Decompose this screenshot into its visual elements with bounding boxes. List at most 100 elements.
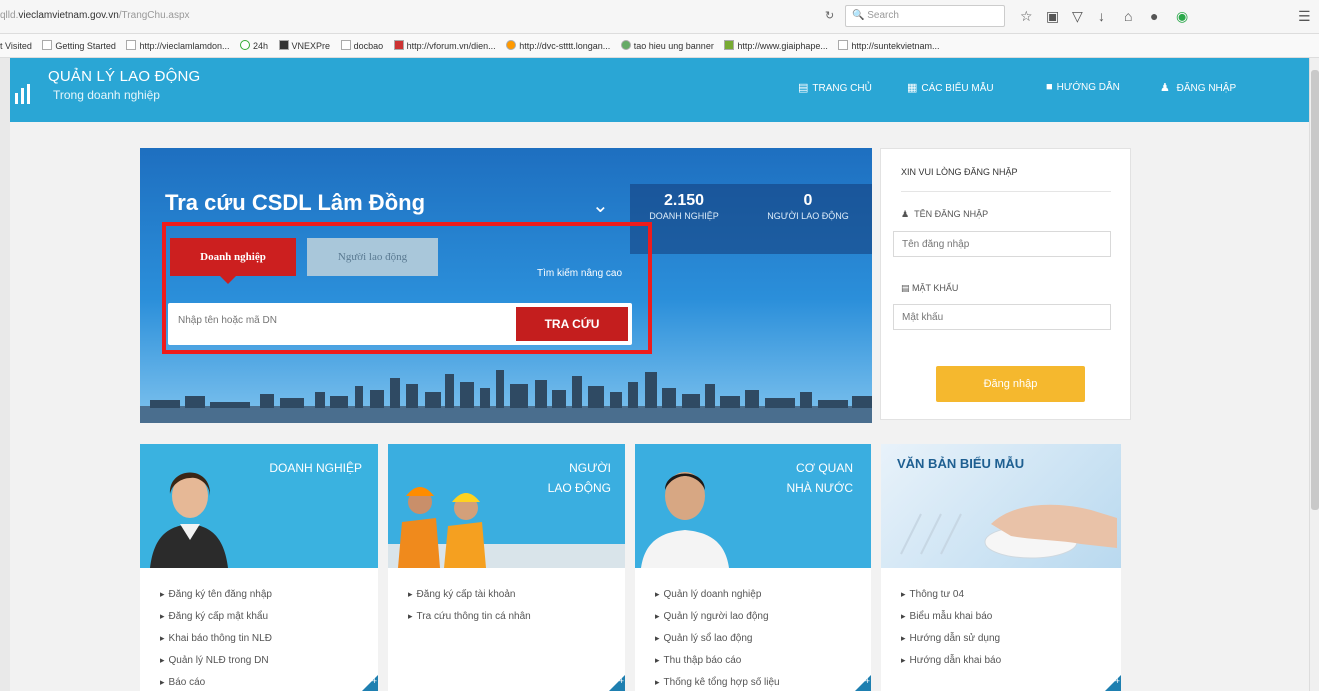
card-business-title: DOANH NGHIỆP <box>269 461 362 475</box>
password-label: ▤ MẬT KHẨU <box>901 283 959 293</box>
expand-corner-icon[interactable] <box>1105 675 1121 691</box>
page-icon <box>340 40 351 50</box>
bookmark-item[interactable]: docbao <box>340 40 383 51</box>
page-scrollbar[interactable] <box>1309 58 1319 691</box>
clock-icon <box>240 40 250 50</box>
expand-corner-icon[interactable] <box>362 675 378 691</box>
bookmark-item[interactable]: t Visited <box>0 41 32 51</box>
grid-icon: ▦ <box>907 82 918 94</box>
login-panel: XIN VUI LÒNG ĐĂNG NHẬP ♟ TÊN ĐĂNG NHẬP ▤… <box>880 148 1131 420</box>
list-item[interactable]: Quản lý sổ lao động <box>655 627 871 649</box>
login-heading: XIN VUI LÒNG ĐĂNG NHẬP <box>901 167 1018 177</box>
username-field[interactable] <box>893 231 1111 257</box>
home-icon[interactable]: ⌂ <box>1124 8 1132 24</box>
nav-home[interactable]: ▤ TRANG CHỦ <box>798 81 872 94</box>
login-button[interactable]: Đăng nhập <box>936 366 1085 402</box>
chat-icon[interactable]: ● <box>1150 8 1158 24</box>
site-subtitle: Trong doanh nghiệp <box>53 88 160 102</box>
list-item[interactable]: Khai báo thông tin NLĐ <box>160 627 378 649</box>
list-item[interactable]: Đăng ký tên đăng nhập <box>160 583 378 605</box>
highlight-box <box>162 222 652 354</box>
card-documents-banner[interactable]: VĂN BẢN BIỂU MẪU <box>881 444 1121 568</box>
pocket-icon[interactable]: ▽ <box>1072 8 1083 25</box>
list-item[interactable]: Hướng dẫn khai báo <box>901 649 1121 671</box>
hero-title: Tra cứu CSDL Lâm Đồng <box>165 190 426 215</box>
url-domain: vieclamvietnam.gov.vn <box>18 10 119 21</box>
nav-login[interactable]: ♟ ĐĂNG NHẬP <box>1160 81 1236 94</box>
url-path: /TrangChu.aspx <box>118 10 190 21</box>
expand-corner-icon[interactable] <box>609 675 625 691</box>
browser-search-placeholder: Search <box>867 10 899 21</box>
card-worker-title: NGƯỜI LAO ĐỘNG <box>547 461 611 495</box>
user-icon: ♟ <box>1160 82 1170 94</box>
list-item[interactable]: Tra cứu thông tin cá nhân <box>408 605 625 627</box>
globe-icon <box>620 40 631 50</box>
bookmark-item[interactable]: http://suntekvietnam... <box>838 40 939 51</box>
reload-icon[interactable]: ↻ <box>825 9 834 22</box>
bookmark-item[interactable]: http://www.giaiphape... <box>724 40 828 51</box>
list-item[interactable]: Quản lý NLĐ trong DN <box>160 649 378 671</box>
card-agency-title: CƠ QUAN NHÀ NƯỚC <box>786 461 853 495</box>
bookmark-item[interactable]: http://dvc-stttt.longan... <box>506 40 610 51</box>
address-bar[interactable]: qlld.vieclamvietnam.gov.vn/TrangChu.aspx <box>0 10 190 21</box>
folder-icon <box>42 40 53 50</box>
card-documents-title: VĂN BẢN BIỂU MẪU <box>897 456 1025 471</box>
card-worker-banner[interactable]: NGƯỜI LAO ĐỘNG <box>388 444 625 568</box>
city-skyline-image <box>140 370 872 423</box>
list-item[interactable]: Thu thập báo cáo <box>655 649 871 671</box>
card-business-banner[interactable]: DOANH NGHIỆP <box>140 444 378 568</box>
site-title[interactable]: QUẢN LÝ LAO ĐỘNG <box>48 68 200 85</box>
nav-forms[interactable]: ▦ CÁC BIỂU MẪU <box>907 81 994 94</box>
news-icon <box>278 40 289 50</box>
password-field[interactable] <box>893 304 1111 330</box>
gear-icon <box>506 40 517 50</box>
menu-icon[interactable]: ☰ <box>1298 8 1311 25</box>
list-item[interactable]: Quản lý doanh nghiệp <box>655 583 871 605</box>
chevron-down-icon[interactable]: ⌄ <box>592 193 609 218</box>
home-list-icon: ▤ <box>798 82 809 94</box>
bookmark-item[interactable]: 24h <box>240 40 268 51</box>
bookmark-item[interactable]: VNEXPre <box>278 40 330 51</box>
library-icon[interactable]: ▣ <box>1046 8 1059 25</box>
list-item[interactable]: Hướng dẫn sử dụng <box>901 627 1121 649</box>
list-item[interactable]: Thông tư 04 <box>901 583 1121 605</box>
site-icon <box>724 40 735 50</box>
list-item[interactable]: Đăng ký cấp mật khẩu <box>160 605 378 627</box>
browser-toolbar: qlld.vieclamvietnam.gov.vn/TrangChu.aspx… <box>0 0 1319 34</box>
list-item[interactable]: Thống kê tổng hợp số liệu <box>655 671 871 691</box>
page-icon <box>126 40 137 50</box>
username-label: ♟ TÊN ĐĂNG NHẬP <box>901 209 989 219</box>
url-prefix: qlld. <box>0 10 19 21</box>
bookmark-item[interactable]: tao hieu ung banner <box>620 40 714 51</box>
list-item[interactable]: Báo cáo <box>160 671 378 691</box>
card-agency-banner[interactable]: CƠ QUAN NHÀ NƯỚC <box>635 444 871 568</box>
card-agency-list: Quản lý doanh nghiệp Quản lý người lao đ… <box>635 568 871 691</box>
stat-workers: 0 NGƯỜI LAO ĐỘNG <box>767 192 849 221</box>
lock-icon: ▤ <box>901 283 910 293</box>
stats-panel: 2.150 DOANH NGHIỆP 0 NGƯỜI LAO ĐỘNG <box>630 184 872 254</box>
nav-guide[interactable]: ■ HƯỚNG DẪN <box>1046 81 1120 93</box>
browser-search-input[interactable]: 🔍 Search <box>845 5 1005 27</box>
bookmarks-bar: t Visited Getting Started http://vieclam… <box>0 34 1319 58</box>
card-business-list: Đăng ký tên đăng nhập Đăng ký cấp mật kh… <box>140 568 378 691</box>
logo-icon[interactable] <box>15 84 35 104</box>
bookmark-item[interactable]: http://vforum.vn/dien... <box>393 40 496 51</box>
list-item[interactable]: Quản lý người lao động <box>655 605 871 627</box>
page-icon <box>838 40 849 50</box>
comment-icon: ■ <box>1046 81 1053 93</box>
forum-icon <box>393 40 404 50</box>
user-icon: ♟ <box>901 209 910 219</box>
bookmark-item[interactable]: http://vieclamlamdon... <box>126 40 229 51</box>
expand-corner-icon[interactable] <box>855 675 871 691</box>
scrollbar-thumb[interactable] <box>1311 70 1319 510</box>
list-item[interactable]: Biểu mẫu khai báo <box>901 605 1121 627</box>
card-documents-list: Thông tư 04 Biểu mẫu khai báo Hướng dẫn … <box>881 568 1121 691</box>
stat-businesses: 2.150 DOANH NGHIỆP <box>649 192 719 221</box>
bookmark-item[interactable]: Getting Started <box>42 40 116 51</box>
list-item[interactable]: Đăng ký cấp tài khoản <box>408 583 625 605</box>
star-icon[interactable]: ☆ <box>1020 8 1033 25</box>
site-header: QUẢN LÝ LAO ĐỘNG Trong doanh nghiệp ▤ TRA… <box>10 58 1310 122</box>
extension-icon[interactable]: ◉ <box>1176 8 1188 25</box>
download-icon[interactable]: ↓ <box>1098 8 1105 24</box>
card-worker-list: Đăng ký cấp tài khoản Tra cứu thông tin … <box>388 568 625 691</box>
